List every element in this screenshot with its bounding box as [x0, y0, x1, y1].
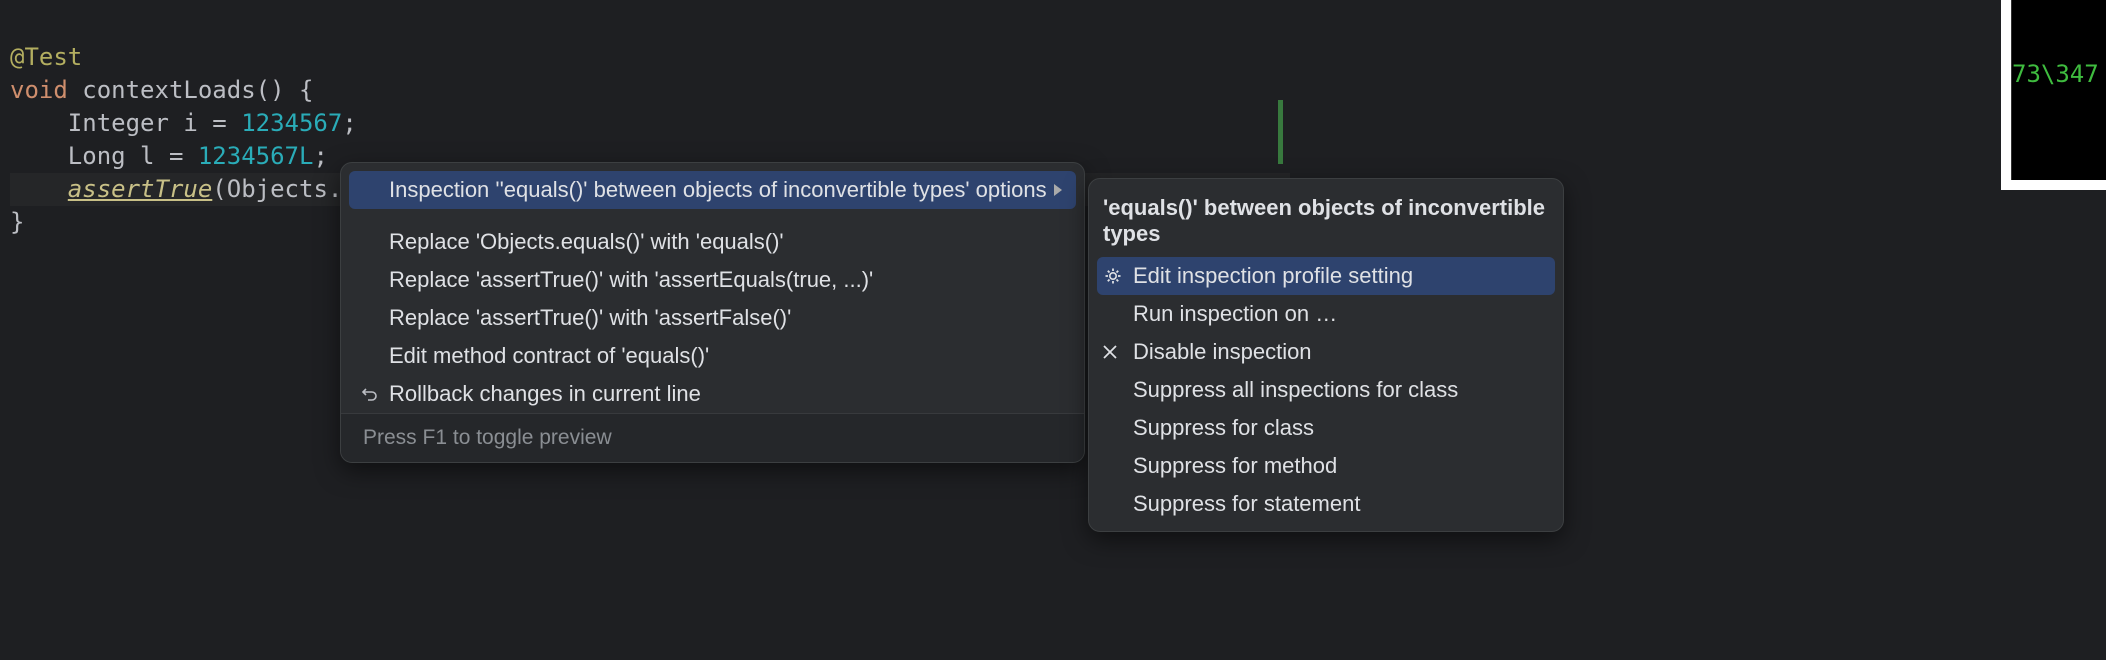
submenu-title: 'equals()' between objects of inconverti… — [1089, 185, 1563, 257]
line3-prefix: Long l = — [10, 142, 198, 170]
submenu-disable[interactable]: Disable inspection — [1089, 333, 1563, 371]
submenu-label: Suppress for statement — [1133, 491, 1360, 516]
intention-rollback[interactable]: Rollback changes in current line — [341, 375, 1084, 413]
intention-label: Replace 'Objects.equals()' with 'equals(… — [389, 229, 784, 254]
intention-edit-contract[interactable]: Edit method contract of 'equals()' — [341, 337, 1084, 375]
line2-semi: ; — [342, 109, 356, 137]
gear-icon — [1103, 266, 1123, 286]
line2-prefix: Integer i = — [10, 109, 241, 137]
submenu-suppress-class[interactable]: Suppress for class — [1089, 409, 1563, 447]
asserttrue-call: assertTrue — [68, 175, 213, 203]
method-name: contextLoads — [82, 76, 255, 104]
submenu-label: Run inspection on … — [1133, 301, 1337, 326]
submenu-label: Suppress for class — [1133, 415, 1314, 440]
line3-number: 1234567L — [198, 142, 314, 170]
line4-indent — [10, 175, 68, 203]
intention-label: Replace 'assertTrue()' with 'assertFalse… — [389, 305, 791, 330]
line2-number: 1234567 — [241, 109, 342, 137]
submenu-edit-profile[interactable]: Edit inspection profile setting — [1097, 257, 1555, 295]
closing-brace: } — [10, 208, 24, 236]
submenu-label: Suppress all inspections for class — [1133, 377, 1458, 402]
submenu-run-on[interactable]: Run inspection on … — [1089, 295, 1563, 333]
intention-label: Edit method contract of 'equals()' — [389, 343, 709, 368]
intention-label: Replace 'assertTrue()' with 'assertEqual… — [389, 267, 873, 292]
sig-paren: () { — [256, 76, 314, 104]
right-fragment-text: 73\347 — [2012, 60, 2099, 88]
close-icon — [1101, 343, 1119, 361]
intention-replace-assert-false[interactable]: Replace 'assertTrue()' with 'assertFalse… — [341, 299, 1084, 337]
submenu-suppress-method[interactable]: Suppress for method — [1089, 447, 1563, 485]
submenu-label: Edit inspection profile setting — [1133, 263, 1413, 288]
intention-replace-objects-equals[interactable]: Replace 'Objects.equals()' with 'equals(… — [341, 223, 1084, 261]
submenu-label: Disable inspection — [1133, 339, 1312, 364]
vcs-gutter-mark[interactable] — [1278, 100, 1283, 164]
right-split-editor[interactable]: 73\347 — [2011, 0, 2106, 180]
keyword-void: void — [10, 76, 68, 104]
submenu-suppress-statement[interactable]: Suppress for statement — [1089, 485, 1563, 523]
undo-icon — [359, 384, 379, 404]
submenu-suppress-all-class[interactable]: Suppress all inspections for class — [1089, 371, 1563, 409]
intention-label: Rollback changes in current line — [389, 381, 701, 406]
intentions-popup: Inspection ''equals()' between objects o… — [340, 162, 1085, 463]
footer-text: Press F1 to toggle preview — [363, 426, 612, 449]
intentions-footer: Press F1 to toggle preview — [341, 413, 1084, 462]
inspection-options-submenu: 'equals()' between objects of inconverti… — [1088, 178, 1564, 532]
line3-semi: ; — [313, 142, 327, 170]
submenu-label: Suppress for method — [1133, 453, 1337, 478]
right-split-wrap: 73\347 — [2001, 0, 2106, 190]
line4-mid: (Objects. — [212, 175, 342, 203]
intention-inspection-options[interactable]: Inspection ''equals()' between objects o… — [349, 171, 1076, 209]
intention-replace-assert-equals[interactable]: Replace 'assertTrue()' with 'assertEqual… — [341, 261, 1084, 299]
annotation: @Test — [10, 43, 82, 71]
intention-label: Inspection ''equals()' between objects o… — [389, 177, 1047, 202]
